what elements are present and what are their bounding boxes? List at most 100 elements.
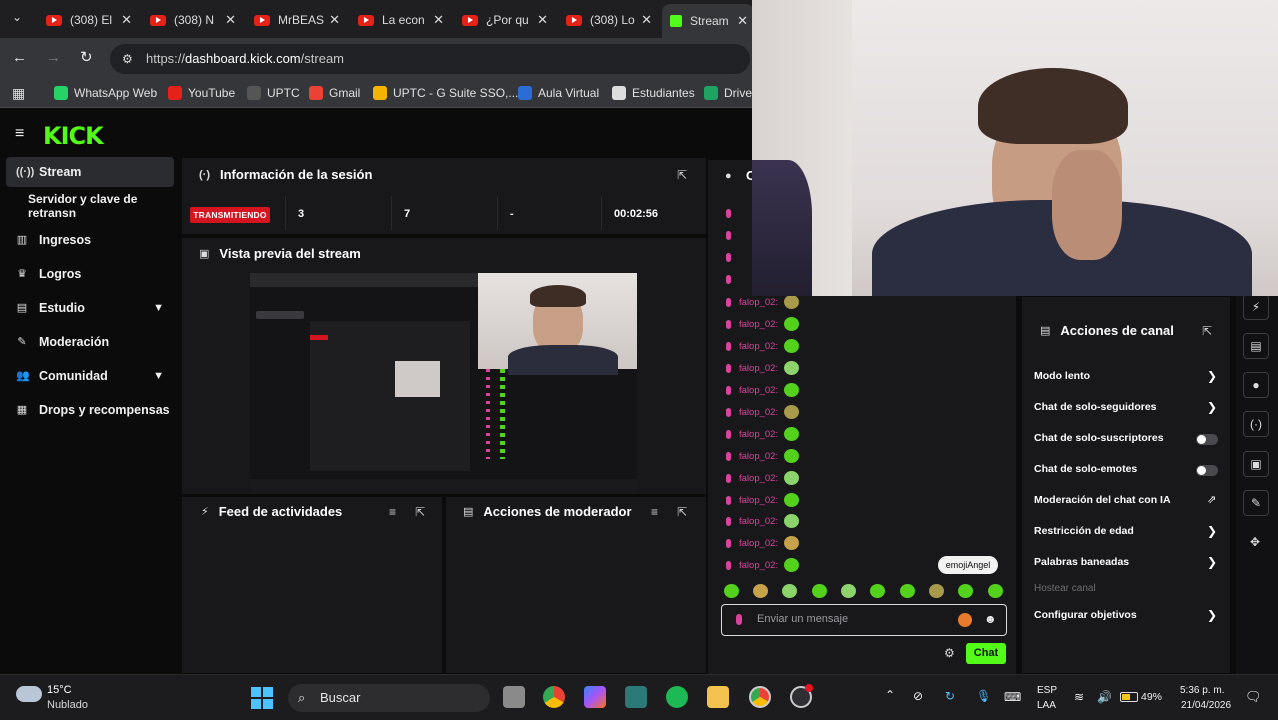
action-subscribers-only[interactable]: Chat de solo-suscriptores [1034, 432, 1164, 444]
chat-message[interactable]: falop_02: [726, 339, 800, 353]
bookmark-youtube[interactable]: YouTube [168, 86, 235, 100]
close-icon[interactable]: ✕ [433, 12, 444, 28]
battery-percent[interactable]: 49% [1141, 691, 1162, 703]
clock-time[interactable]: 5:36 p. m. [1180, 685, 1224, 696]
chat-message[interactable]: falop_02: [726, 361, 800, 375]
chat-message[interactable] [726, 209, 739, 218]
weather-temp[interactable]: 15°C [47, 684, 72, 696]
tray-sync-icon[interactable]: ↻ [945, 689, 955, 703]
popout-icon[interactable]: ⇱ [677, 168, 687, 182]
bookmark-gmail[interactable]: Gmail [309, 86, 360, 100]
chat-settings-gear-icon[interactable]: ⚙ [944, 646, 955, 660]
bolt-icon[interactable]: ⚡ [1243, 294, 1269, 320]
kicks-coin-icon[interactable] [958, 613, 972, 627]
emote-picker-item[interactable] [841, 584, 856, 598]
sidebar-item-stream[interactable]: ((·)) Stream [6, 157, 174, 187]
battery-icon[interactable] [1120, 692, 1138, 702]
emote-picker-item[interactable] [724, 584, 739, 598]
bookmark-whatsapp[interactable]: WhatsApp Web [54, 86, 157, 100]
spotify-icon[interactable] [666, 686, 688, 708]
back-arrow-icon[interactable]: ← [12, 49, 27, 66]
windows-start-icon[interactable] [250, 686, 274, 710]
bookmark-estudiantes[interactable]: Estudiantes [612, 86, 695, 100]
filter-icon[interactable]: ≡ [389, 505, 396, 519]
popout-icon[interactable]: ⇱ [677, 505, 687, 519]
forward-arrow-icon[interactable]: → [46, 49, 61, 66]
chevron-right-icon[interactable]: ❯ [1207, 369, 1217, 383]
volume-icon[interactable]: 🔊 [1097, 690, 1112, 704]
emote-picker-item-hovered[interactable] [958, 584, 973, 598]
clock-date[interactable]: 21/04/2026 [1181, 700, 1231, 711]
browser-tab[interactable]: (308) N ✕ [142, 6, 242, 34]
menu-icon[interactable]: ≡ [15, 125, 24, 143]
language-layout[interactable]: LAA [1037, 700, 1056, 711]
bookmark-aula-virtual[interactable]: Aula Virtual [518, 86, 599, 100]
copilot-icon[interactable] [584, 686, 606, 708]
chat-message[interactable]: falop_02: [726, 427, 800, 441]
browser-tab[interactable]: La econ ✕ [350, 6, 450, 34]
emote-picker-item[interactable] [782, 584, 797, 598]
microphone-icon[interactable]: 🎙 [976, 689, 991, 703]
chat-message[interactable] [726, 231, 739, 240]
wrench-icon[interactable]: ✎ [1243, 490, 1269, 516]
sidebar-item-moderacion[interactable]: ✎ Moderación [6, 327, 174, 357]
file-explorer-icon[interactable] [707, 686, 729, 708]
browser-tab[interactable]: (308) El ✕ [38, 6, 138, 34]
apps-grid-icon[interactable]: ▦ [12, 85, 25, 102]
chevron-right-icon[interactable]: ❯ [1207, 400, 1217, 414]
sidebar-item-ingresos[interactable]: ▥ Ingresos [6, 225, 174, 255]
tray-overflow-icon[interactable]: ⌃ [885, 688, 895, 702]
close-icon[interactable]: ✕ [121, 12, 132, 28]
tray-app-icon[interactable]: ⊘ [913, 689, 923, 703]
chat-message-input[interactable]: Enviar un mensaje ☻ [721, 604, 1007, 636]
stream-preview-video[interactable] [250, 273, 637, 491]
chat-send-button[interactable]: Chat [966, 643, 1006, 664]
language-code[interactable]: ESP [1037, 685, 1057, 696]
action-emotes-only[interactable]: Chat de solo-emotes [1034, 463, 1137, 475]
sidebar-item-estudio[interactable]: ▤ Estudio ▼ [6, 293, 174, 323]
action-ai-moderation[interactable]: Moderación del chat con IA [1034, 494, 1171, 506]
close-icon[interactable]: ✕ [737, 13, 748, 29]
chevron-down-icon[interactable]: ▼ [153, 302, 164, 314]
signal-icon[interactable]: (·) [1243, 411, 1269, 437]
chat-message[interactable]: falop_02: [726, 536, 800, 550]
tab-list-chevron-icon[interactable]: ⌄ [12, 10, 22, 24]
emote-picker-item[interactable] [900, 584, 915, 598]
weather-desc[interactable]: Nublado [47, 699, 88, 711]
close-icon[interactable]: ✕ [225, 12, 236, 28]
action-followers-only[interactable]: Chat de solo-seguidores [1034, 401, 1157, 413]
url-input[interactable]: ⚙ https://dashboard.kick.com/stream [110, 44, 750, 74]
list-icon[interactable]: ▤ [1243, 333, 1269, 359]
browser-tab-active[interactable]: Stream ✕ [662, 4, 754, 38]
chat-message[interactable]: falop_02: [726, 383, 800, 397]
notepad-icon[interactable] [625, 686, 647, 708]
reload-icon[interactable]: ↻ [80, 48, 93, 66]
action-age-restriction[interactable]: Restricción de edad [1034, 525, 1134, 537]
customize-icon[interactable]: ✥ [1250, 535, 1260, 549]
popout-icon[interactable]: ⇱ [415, 505, 425, 519]
emotes-only-toggle[interactable] [1196, 465, 1218, 476]
sidebar-item-drops[interactable]: ▦ Drops y recompensas [6, 395, 174, 425]
chat-message[interactable]: falop_02: [726, 514, 800, 528]
emote-picker-item[interactable] [812, 584, 827, 598]
chrome-profile-icon[interactable] [749, 686, 771, 708]
action-set-goals[interactable]: Configurar objetivos [1034, 609, 1137, 621]
chevron-right-icon[interactable]: ❯ [1207, 555, 1217, 569]
bookmark-uptc[interactable]: UPTC [247, 86, 300, 100]
chat-message[interactable] [726, 253, 739, 262]
close-icon[interactable]: ✕ [329, 12, 340, 28]
chat-bubble-icon[interactable]: ● [1243, 372, 1269, 398]
action-slow-mode[interactable]: Modo lento [1034, 370, 1090, 382]
keyboard-icon[interactable]: ⌨ [1004, 690, 1021, 704]
kick-logo[interactable]: KICK [43, 122, 104, 150]
emoji-icon[interactable]: ☻ [984, 612, 997, 626]
chat-message[interactable] [726, 275, 739, 284]
chat-message[interactable]: falop_02: [726, 317, 800, 331]
task-view-icon[interactable] [503, 686, 525, 708]
chrome-icon[interactable] [543, 686, 565, 708]
layout-icon[interactable]: ▣ [1243, 451, 1269, 477]
sidebar-item-server-key[interactable]: Servidor y clave de retransn [6, 191, 174, 221]
popout-icon[interactable]: ⇱ [1202, 324, 1212, 338]
notifications-icon[interactable]: 🗨 [1245, 689, 1262, 705]
chat-message[interactable]: falop_02: [726, 405, 800, 419]
